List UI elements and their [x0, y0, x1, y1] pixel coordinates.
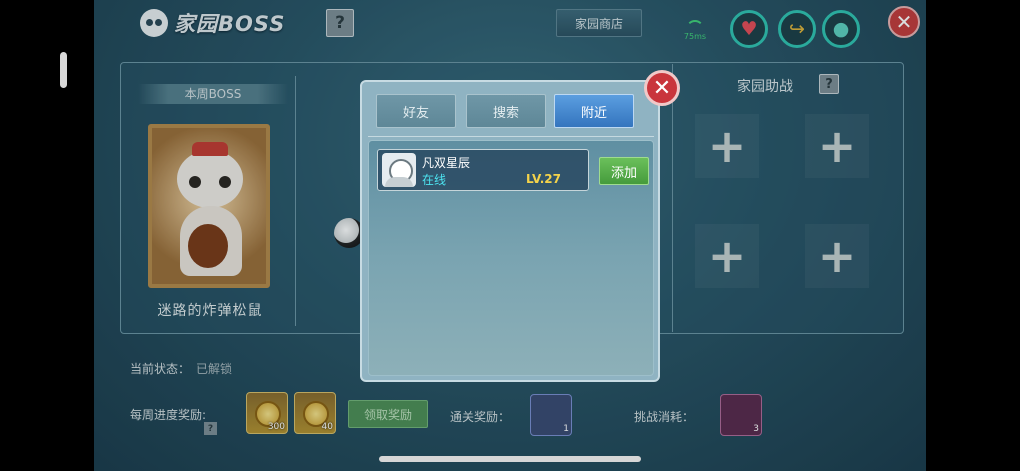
player-list: 凡双星辰 在线 LV.27 添加 — [368, 140, 654, 376]
add-friend-modal: 好友 搜索 附近 凡双星辰 在线 LV.27 添加 ✕ — [360, 70, 680, 382]
modal-divider — [368, 136, 654, 137]
player-name: 凡双星辰 — [422, 156, 471, 170]
player-level: LV.27 — [526, 172, 561, 186]
tab-nearby[interactable]: 附近 — [554, 94, 634, 128]
side-handle — [60, 52, 67, 88]
online-status: 在线 — [422, 173, 447, 187]
avatar — [382, 153, 416, 187]
game-screen: 家园BOSS ? 家园商店 75ms ♥ ↪ ● ✕ 本周BOSS 迷路的炸弹松… — [94, 0, 926, 471]
list-item[interactable]: 凡双星辰 在线 LV.27 — [377, 149, 589, 191]
tab-search[interactable]: 搜索 — [466, 94, 546, 128]
modal-close-button[interactable]: ✕ — [644, 70, 680, 106]
tab-friends[interactable]: 好友 — [376, 94, 456, 128]
add-friend-button[interactable]: 添加 — [599, 157, 649, 185]
home-indicator — [379, 456, 641, 462]
